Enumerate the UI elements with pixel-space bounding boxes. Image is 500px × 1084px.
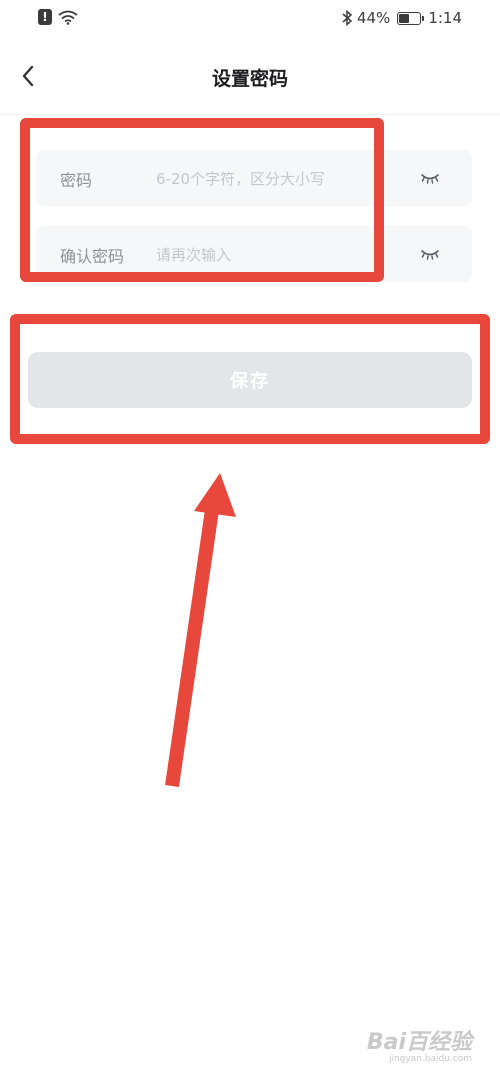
- eye-closed-icon: [421, 250, 439, 260]
- status-time: 1:14: [428, 9, 462, 27]
- watermark-url: jingyan.baidu.com: [388, 1054, 472, 1064]
- password-field: 密码: [36, 150, 472, 206]
- status-left: !: [38, 9, 78, 25]
- eye-closed-icon: [421, 174, 439, 184]
- bluetooth-icon: [342, 10, 353, 26]
- battery-icon: [397, 11, 425, 25]
- confirm-password-visibility-toggle[interactable]: [418, 243, 442, 265]
- app-header: 设置密码: [0, 44, 500, 115]
- confirm-password-label: 确认密码: [60, 247, 125, 266]
- password-visibility-toggle[interactable]: [418, 167, 442, 189]
- password-input[interactable]: [154, 160, 408, 198]
- confirm-password-field: 确认密码: [36, 226, 472, 282]
- page-title: 设置密码: [211, 68, 288, 90]
- save-button[interactable]: 保存: [28, 352, 472, 408]
- watermark-logo: Bai百经验: [366, 1030, 472, 1055]
- wifi-icon: [58, 10, 78, 25]
- password-label: 密码: [60, 171, 93, 190]
- notification-alert-icon: !: [38, 9, 52, 25]
- status-right: 44% 1:14: [341, 9, 462, 27]
- baidu-jingyan-watermark: Bai百经验 jingyan.baidu.com: [367, 1024, 472, 1064]
- battery-percent: 44%: [356, 9, 391, 27]
- set-password-screen: ! 44% 1:14 设置密码 密码 确认密码 保存 Bai百经验 jingya…: [0, 0, 500, 1084]
- confirm-password-input[interactable]: [154, 236, 408, 274]
- status-bar: ! 44% 1:14: [0, 0, 500, 38]
